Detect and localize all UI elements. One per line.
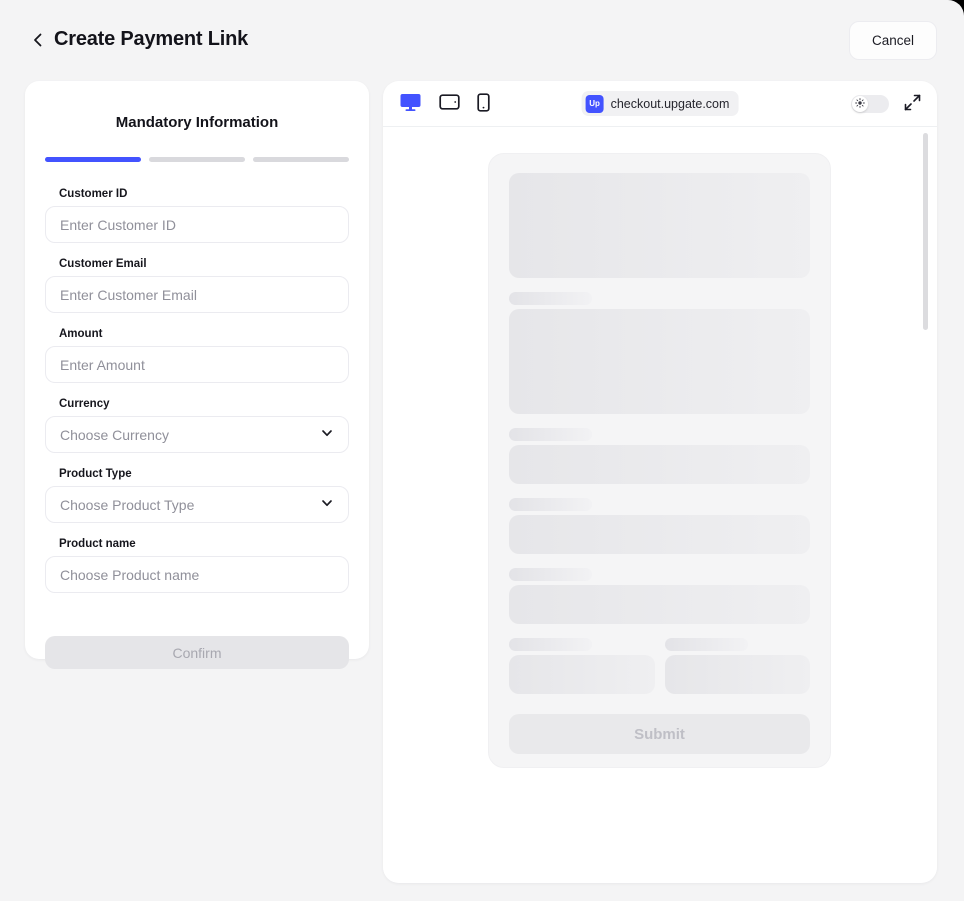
sun-icon [855,96,865,111]
header: Create Payment Link Cancel [0,0,964,81]
product-type-select-value: Choose Product Type [60,497,194,513]
product-name-input[interactable] [45,556,349,593]
amount-input[interactable] [45,346,349,383]
step-progress-bar [45,157,349,162]
skeleton-two-columns [509,638,810,694]
mobile-icon [477,93,490,115]
preview-toolbar-right [851,94,921,114]
field-amount: Amount [45,328,349,383]
checkout-preview-card: Submit [488,153,831,768]
preview-toolbar: Up checkout.upgate.com [383,81,937,127]
product-name-label: Product name [59,538,349,550]
back-button[interactable] [26,29,50,53]
customer-id-input[interactable] [45,206,349,243]
create-payment-link-page: Create Payment Link Cancel Mandatory Inf… [0,0,964,901]
field-currency: Currency Choose Currency [45,398,349,453]
skeleton-field [509,445,810,484]
theme-toggle-knob [852,96,868,112]
skeleton-column [665,638,811,694]
skeleton-field [509,515,810,554]
checkout-preview-panel: Up checkout.upgate.com [383,81,937,883]
skeleton-block [509,309,810,414]
cancel-button[interactable]: Cancel [849,21,937,60]
customer-id-label: Customer ID [59,188,349,200]
progress-step-3 [253,157,349,162]
tablet-device-button[interactable] [439,94,460,113]
device-switcher [399,92,490,115]
currency-select-value: Choose Currency [60,427,169,443]
product-type-label: Product Type [59,468,349,480]
preview-scrollbar[interactable] [923,133,928,330]
skeleton-label [509,638,592,651]
product-type-select[interactable]: Choose Product Type [45,486,349,523]
progress-step-2 [149,157,245,162]
tablet-icon [439,94,460,113]
preview-url-bar: Up checkout.upgate.com [582,91,739,116]
chevron-left-icon [30,32,46,51]
field-product-type: Product Type Choose Product Type [45,468,349,523]
skeleton-label [509,498,592,511]
field-customer-email: Customer Email [45,258,349,313]
chevron-down-icon [320,496,334,513]
chevron-down-icon [320,426,334,443]
skeleton-label [509,428,592,441]
skeleton-field [665,655,811,694]
mandatory-information-card: Mandatory Information Customer ID Custom… [25,81,369,659]
skeleton-column [509,638,655,694]
desktop-device-button[interactable] [399,92,422,115]
skeleton-label [509,568,592,581]
field-product-name: Product name [45,538,349,593]
currency-select[interactable]: Choose Currency [45,416,349,453]
fullscreen-expand-button[interactable] [904,94,921,114]
preview-submit-button[interactable]: Submit [509,714,810,754]
upgate-logo-badge: Up [586,95,604,113]
theme-toggle[interactable] [851,95,889,113]
mobile-device-button[interactable] [477,93,490,115]
form-title: Mandatory Information [45,114,349,131]
page-title: Create Payment Link [54,28,248,51]
skeleton-block [509,173,810,278]
desktop-icon [399,92,422,115]
preview-url: checkout.upgate.com [611,97,730,111]
confirm-button[interactable]: Confirm [45,636,349,669]
skeleton-field [509,655,655,694]
customer-email-label: Customer Email [59,258,349,270]
customer-email-input[interactable] [45,276,349,313]
amount-label: Amount [59,328,349,340]
preview-body: Submit [383,127,937,882]
expand-icon [904,94,921,114]
skeleton-field [509,585,810,624]
skeleton-label [509,292,592,305]
currency-label: Currency [59,398,349,410]
field-customer-id: Customer ID [45,188,349,243]
skeleton-label [665,638,748,651]
progress-step-1 [45,157,141,162]
